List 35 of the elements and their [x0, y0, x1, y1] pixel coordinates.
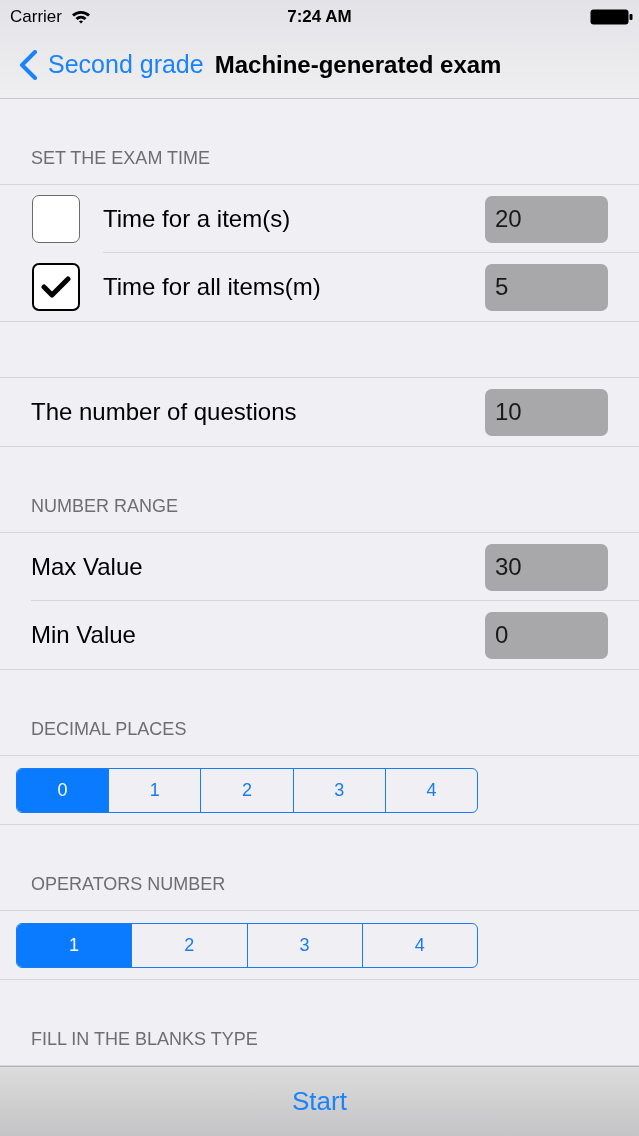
chevron-left-icon: [19, 49, 38, 80]
segment-button[interactable]: 3: [292, 768, 385, 812]
row-label: Max Value: [31, 552, 143, 582]
section-header: SET THE EXAM TIME: [31, 147, 211, 170]
checkbox[interactable]: [32, 263, 80, 311]
row-label: The number of questions: [31, 397, 297, 427]
screen-title: Machine-generated exam: [214, 49, 502, 80]
number-field[interactable]: 30: [485, 543, 608, 591]
number-field[interactable]: 5: [485, 263, 608, 311]
row-label: Time for a item(s): [103, 204, 291, 234]
back-button[interactable]: Second grade: [19, 45, 204, 84]
number-field[interactable]: 20: [485, 195, 608, 243]
segment-button[interactable]: 1: [108, 768, 201, 812]
number-field[interactable]: 10: [485, 388, 608, 436]
carrier-label: Carrier: [10, 5, 62, 28]
checkbox[interactable]: [32, 195, 80, 243]
segment-button[interactable]: 1: [17, 923, 132, 967]
segment-button[interactable]: 4: [384, 768, 477, 812]
start-button[interactable]: Start: [286, 1082, 353, 1121]
number-field[interactable]: 0: [485, 611, 608, 659]
battery-icon: [590, 8, 633, 25]
wifi-icon: [70, 9, 91, 24]
section-header: OPERATORS NUMBER: [31, 873, 226, 896]
segment-button[interactable]: 0: [17, 768, 109, 812]
section-header: FILL IN THE BLANKS TYPE: [31, 1028, 258, 1051]
row-label: Min Value: [31, 620, 136, 650]
section-header: NUMBER RANGE: [31, 495, 178, 518]
segment-button[interactable]: 4: [361, 923, 477, 967]
section-header: DECIMAL PLACES: [31, 718, 187, 741]
status-time: 7:24 AM: [287, 5, 352, 28]
segment-button[interactable]: 2: [131, 923, 247, 967]
segment-button[interactable]: 2: [200, 768, 293, 812]
checkmark-icon: [41, 275, 71, 299]
row-label: Time for all items(m): [103, 272, 321, 302]
segment-button[interactable]: 3: [246, 923, 362, 967]
